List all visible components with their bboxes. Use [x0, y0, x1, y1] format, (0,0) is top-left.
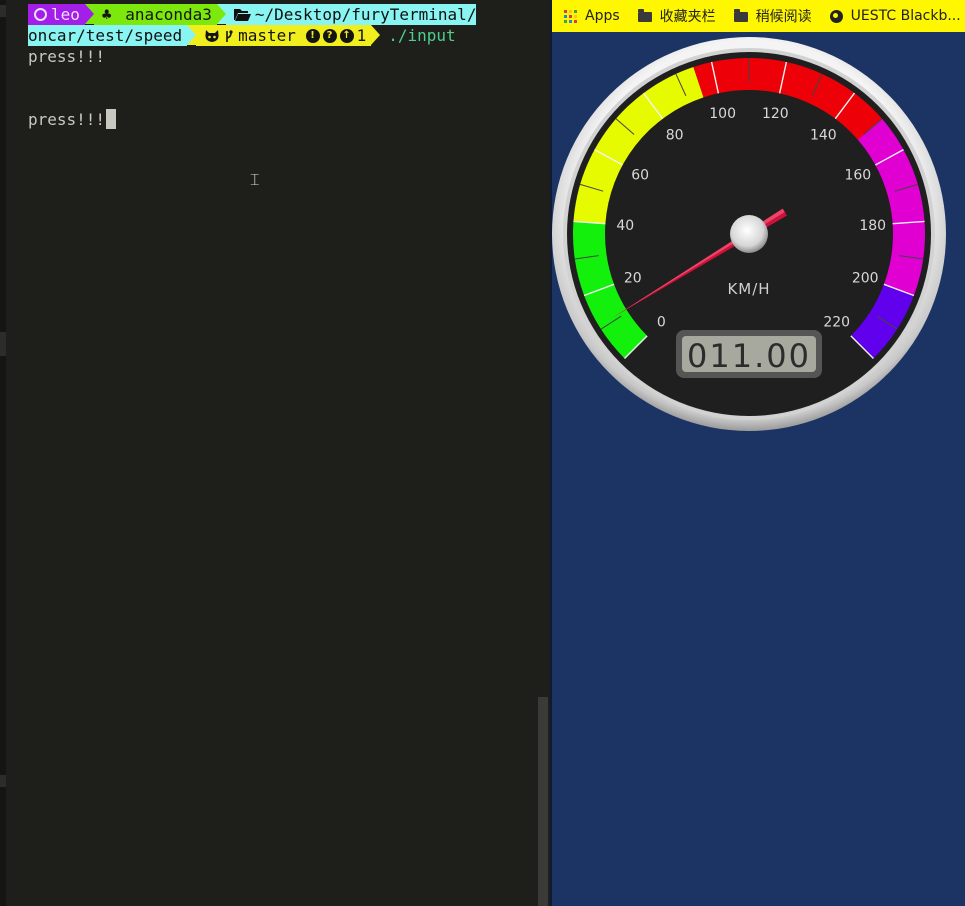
bookmarks-bar: Apps 收藏夹栏 稍候阅读 UESTC Blackb...	[552, 0, 965, 32]
gauge-tick-label: 60	[631, 168, 649, 184]
bookmark-uestc-blackboard[interactable]: UESTC Blackb...	[829, 8, 961, 24]
edge-marker	[0, 332, 6, 356]
clover-icon: ♣	[101, 5, 112, 24]
github-icon	[205, 29, 219, 42]
speed-digital-display: 011.00	[687, 337, 811, 375]
terminal-window[interactable]: leo ♣ anaconda3 ~/Desktop/furyTerminal/ …	[0, 0, 550, 906]
segment-separator	[371, 25, 381, 45]
browser-window: Apps 收藏夹栏 稍候阅读 UESTC Blackb... 0 20 40 6…	[552, 0, 965, 906]
bookmark-folder-read-later[interactable]: 稍候阅读	[733, 6, 812, 26]
alert-icon: !	[305, 28, 320, 43]
gauge-tick-label: 80	[666, 128, 684, 144]
prompt-path-segment: ~/Desktop/furyTerminal/	[225, 4, 477, 25]
git-status-count: 1	[356, 26, 367, 45]
bookmark-label: UESTC Blackb...	[850, 8, 961, 24]
bookmark-label: 稍候阅读	[755, 9, 812, 25]
bookmark-apps[interactable]: Apps	[564, 8, 620, 24]
output-line: press!!!	[28, 47, 106, 66]
gauge-tick-label: 140	[810, 128, 837, 144]
prompt-git-segment: master ! ? ↑ 1	[196, 25, 372, 46]
prompt-line-1: leo ♣ anaconda3 ~/Desktop/furyTerminal/	[28, 4, 477, 25]
speedometer: 0 20 40 60 80 100 120 140 160 180 200 220 KM/H 011.…	[552, 37, 946, 431]
gauge-tick-label: 160	[844, 168, 871, 184]
gauge-tick-label: 0	[657, 315, 666, 331]
bookmark-label: 收藏夹栏	[659, 9, 716, 25]
output-line-with-cursor[interactable]: press!!!	[28, 109, 117, 130]
speed-unit-label: KM/H	[727, 280, 770, 298]
edge-marker	[0, 775, 6, 787]
segment-separator	[84, 4, 94, 24]
gauge-tick-label: 220	[823, 315, 850, 331]
gauge-tick-label: 120	[762, 106, 789, 122]
gauge-tick-label: 20	[624, 270, 642, 286]
gauge-tick-label: 100	[709, 106, 736, 122]
typed-command: ./input	[388, 26, 456, 45]
folder-icon	[637, 9, 652, 22]
segment-separator	[216, 4, 226, 24]
bookmark-label: Apps	[585, 8, 620, 24]
bookmark-folder-favorites[interactable]: 收藏夹栏	[637, 6, 716, 26]
text-cursor	[106, 109, 117, 129]
folder-icon	[733, 9, 748, 22]
prompt-env: anaconda3	[125, 5, 212, 24]
gauge-tick-label: 200	[852, 270, 879, 286]
prompt-env-segment: ♣ anaconda3	[93, 4, 217, 25]
prompt-path-line2: oncar/test/speed	[28, 26, 183, 45]
question-icon: ?	[322, 28, 337, 43]
gauge-tick-label: 180	[859, 218, 886, 234]
prompt-user-segment: leo	[28, 4, 85, 25]
text-cursor-icon: ⌶	[250, 170, 260, 189]
git-branch-icon	[226, 29, 233, 42]
gauge-tick-label: 40	[616, 218, 634, 234]
terminal-left-edge	[0, 0, 6, 906]
prompt-line-2: oncar/test/speed master ! ? ↑ 1 ./input	[28, 25, 456, 46]
prompt-user: leo	[51, 5, 80, 24]
prompt-path-segment-continued: oncar/test/speed	[28, 25, 188, 46]
segment-separator	[187, 25, 197, 45]
arrow-up-icon: ↑	[339, 28, 354, 43]
git-branch-name: master	[238, 26, 296, 45]
apps-grid-icon	[564, 9, 577, 23]
output-line-text: press!!!	[28, 110, 106, 129]
needle-hub	[730, 215, 768, 253]
prompt-path-line1: ~/Desktop/furyTerminal/	[254, 5, 477, 24]
ubuntu-icon	[34, 8, 47, 21]
terminal-scrollbar-thumb[interactable]	[538, 697, 548, 906]
folder-open-icon	[233, 9, 251, 21]
edge-marker	[0, 5, 6, 17]
globe-icon	[829, 9, 843, 23]
